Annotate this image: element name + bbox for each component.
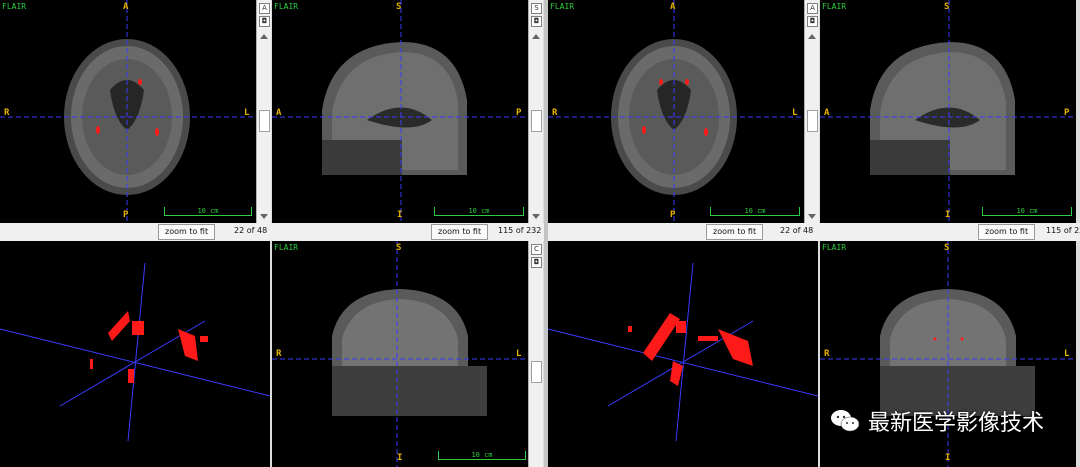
orient-top: A	[670, 2, 676, 12]
scroll-up-icon[interactable]	[260, 34, 268, 39]
scroll-thumb[interactable]	[531, 110, 542, 132]
zoom-to-fit-button[interactable]: zoom to fit	[978, 224, 1036, 240]
scroll-up-icon[interactable]	[532, 34, 540, 39]
scroll-down-icon[interactable]	[260, 214, 268, 219]
scroll-down-icon[interactable]	[808, 214, 816, 219]
sagittal-view-left[interactable]: FLAIR S I A P 10 cm	[272, 0, 528, 223]
orient-right: L	[516, 349, 522, 359]
orient-bottom: I	[945, 210, 951, 220]
camera-icon[interactable]: ◘	[807, 16, 818, 27]
orient-left: A	[824, 108, 830, 118]
view-a-button[interactable]: A	[259, 3, 270, 14]
scale-bar: 10 cm	[982, 207, 1072, 216]
3d-view-left[interactable]	[0, 241, 270, 467]
crosshair	[272, 241, 528, 467]
3d-lesion-render	[0, 262, 270, 442]
scroll-thumb[interactable]	[807, 110, 818, 132]
orient-bottom: P	[123, 210, 129, 220]
orient-right: L	[792, 108, 798, 118]
orient-bottom: I	[397, 210, 403, 220]
watermark: 最新医学影像技术	[830, 405, 1044, 437]
orient-left: R	[552, 108, 558, 118]
coronal-scroll-strip-left[interactable]: C ◘	[528, 241, 543, 467]
crosshair	[272, 0, 528, 223]
camera-icon[interactable]: ◘	[531, 16, 542, 27]
view-c-button[interactable]: C	[531, 244, 542, 255]
bottom-bar-left: zoom to fit 22 of 48 zoom to fit 115 of …	[0, 223, 544, 241]
orient-bottom: P	[670, 210, 676, 220]
sagittal-scroll-strip-left[interactable]: S ◘	[528, 0, 543, 223]
axial-view-right[interactable]: FLAIR A P R L 10 cm	[548, 0, 804, 223]
zoom-to-fit-button[interactable]: zoom to fit	[431, 224, 489, 240]
bottom-bar-right: zoom to fit 22 of 48 zoom to fit 115 of …	[548, 223, 1080, 241]
wechat-icon	[830, 410, 860, 432]
axial-scroll-strip-right[interactable]: A ◘	[804, 0, 819, 223]
crosshair	[548, 0, 804, 223]
camera-icon[interactable]: ◘	[259, 16, 270, 27]
orient-right: L	[244, 108, 250, 118]
scale-bar: 10 cm	[438, 451, 526, 460]
series-label: FLAIR	[550, 2, 575, 11]
series-label: FLAIR	[274, 243, 299, 252]
sagittal-view-right[interactable]: FLAIR S I A P 10 cm	[820, 0, 1076, 223]
orient-left: R	[276, 349, 282, 359]
slice-counter: 115 of 232	[498, 226, 542, 235]
scale-bar: 10 cm	[710, 207, 800, 216]
scroll-thumb[interactable]	[531, 361, 542, 383]
orient-left: R	[4, 108, 10, 118]
scale-bar: 10 cm	[434, 207, 524, 216]
orient-top: S	[396, 2, 402, 12]
series-label: FLAIR	[822, 2, 847, 11]
axial-scroll-strip-left[interactable]: A ◘	[256, 0, 271, 223]
watermark-text: 最新医学影像技术	[867, 411, 1044, 436]
orient-right: P	[1064, 108, 1070, 118]
scroll-down-icon[interactable]	[532, 214, 540, 219]
3d-lesion-render	[548, 262, 818, 442]
zoom-to-fit-button[interactable]: zoom to fit	[706, 224, 764, 240]
camera-icon[interactable]: ◘	[531, 257, 542, 268]
coronal-view-left[interactable]: FLAIR S I R L 10 cm	[272, 241, 528, 467]
series-label: FLAIR	[2, 2, 27, 11]
view-s-button[interactable]: S	[531, 3, 542, 14]
scroll-thumb[interactable]	[259, 110, 270, 132]
orient-right: L	[1064, 349, 1070, 359]
slice-counter: 22 of 48	[234, 226, 268, 235]
orient-bottom: I	[397, 453, 403, 463]
crosshair	[820, 0, 1076, 223]
slice-counter: 22 of 48	[780, 226, 814, 235]
axial-view-left[interactable]: FLAIR A P R L 10 cm	[0, 0, 256, 223]
crosshair	[0, 0, 256, 223]
view-a-button[interactable]: A	[807, 3, 818, 14]
scale-bar: 10 cm	[164, 207, 252, 216]
orient-top: S	[396, 243, 402, 253]
series-label: FLAIR	[274, 2, 299, 11]
orient-bottom: I	[945, 453, 951, 463]
3d-view-right[interactable]	[548, 241, 818, 467]
orient-right: P	[516, 108, 522, 118]
orient-top: A	[123, 2, 129, 12]
orient-left: A	[276, 108, 282, 118]
zoom-to-fit-button[interactable]: zoom to fit	[158, 224, 216, 240]
orient-top: S	[944, 2, 950, 12]
series-label: FLAIR	[822, 243, 847, 252]
slice-counter: 115 of 232	[1046, 226, 1080, 235]
scroll-up-icon[interactable]	[808, 34, 816, 39]
orient-top: S	[944, 243, 950, 253]
orient-left: R	[824, 349, 830, 359]
